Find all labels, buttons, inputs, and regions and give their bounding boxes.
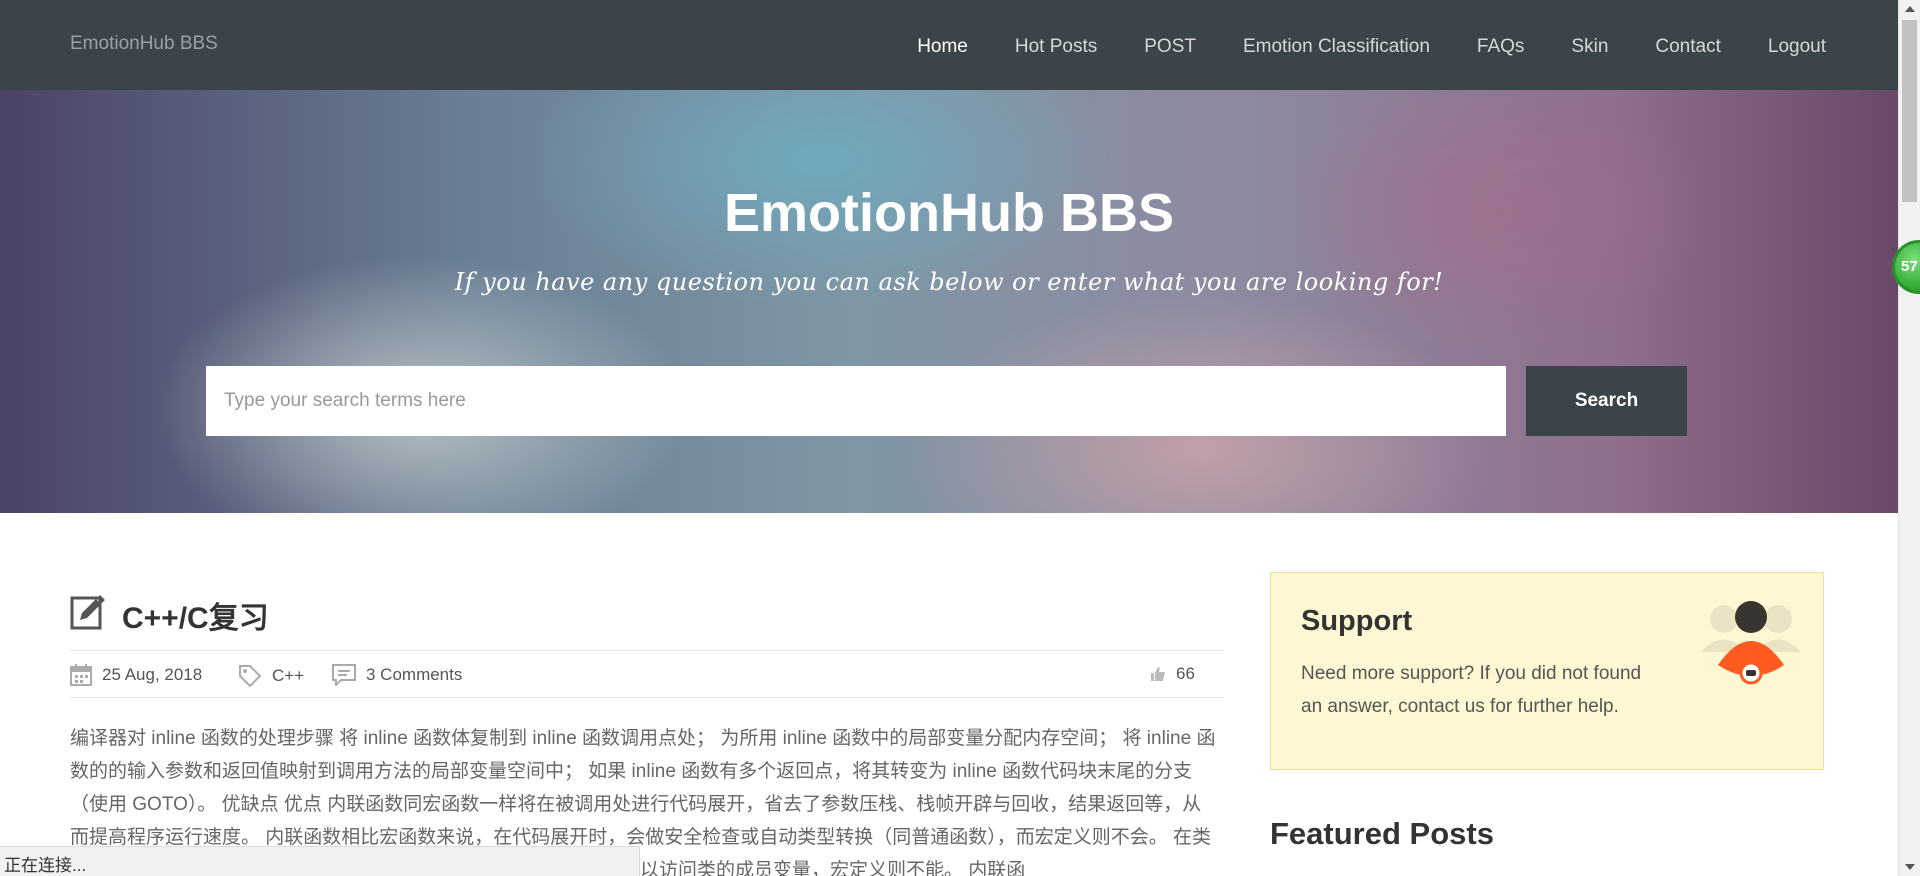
nav-hot-posts[interactable]: Hot Posts bbox=[1015, 36, 1097, 58]
search-input[interactable] bbox=[206, 366, 1506, 436]
post-date: 25 Aug, 2018 bbox=[70, 664, 202, 686]
hero-subtitle: If you have any question you can ask bel… bbox=[454, 268, 1444, 296]
scroll-down-arrow-icon[interactable] bbox=[1905, 864, 1915, 870]
top-navbar: EmotionHub BBS Home Hot Posts POST Emoti… bbox=[0, 0, 1898, 90]
hero-title: EmotionHub BBS bbox=[724, 183, 1174, 243]
post-comments-text[interactable]: 3 Comments bbox=[366, 665, 462, 685]
main-nav: Home Hot Posts POST Emotion Classificati… bbox=[917, 36, 1826, 58]
post-likes[interactable]: 66 bbox=[1150, 664, 1195, 684]
post-comments[interactable]: 3 Comments bbox=[332, 664, 462, 686]
scrollbar-thumb[interactable] bbox=[1902, 20, 1917, 202]
support-box: Support Need more support? If you did no… bbox=[1270, 572, 1824, 770]
support-agent-icon bbox=[1701, 601, 1801, 685]
nav-emotion-classification[interactable]: Emotion Classification bbox=[1243, 36, 1430, 58]
scroll-up-arrow-icon[interactable] bbox=[1905, 6, 1915, 12]
page: EmotionHub BBS Home Hot Posts POST Emoti… bbox=[0, 0, 1898, 876]
vertical-scrollbar[interactable] bbox=[1898, 0, 1920, 876]
tag-icon bbox=[239, 665, 262, 688]
nav-post[interactable]: POST bbox=[1144, 36, 1196, 58]
support-text: Need more support? If you did not found … bbox=[1301, 663, 1642, 717]
nav-logout[interactable]: Logout bbox=[1768, 36, 1826, 58]
post-tag-text[interactable]: C++ bbox=[272, 666, 304, 686]
nav-contact[interactable]: Contact bbox=[1655, 36, 1720, 58]
calendar-icon bbox=[70, 664, 92, 686]
nav-home[interactable]: Home bbox=[917, 36, 968, 58]
post-date-text: 25 Aug, 2018 bbox=[102, 665, 203, 684]
featured-posts-heading: Featured Posts bbox=[1270, 816, 1494, 851]
comment-icon bbox=[332, 664, 356, 686]
hero-banner: EmotionHub BBS If you have any question … bbox=[0, 90, 1898, 513]
divider bbox=[70, 697, 1224, 698]
post-likes-count: 66 bbox=[1176, 664, 1195, 683]
search-button[interactable]: Search bbox=[1526, 366, 1687, 436]
post-title[interactable]: C++/C复习 bbox=[122, 593, 269, 637]
support-title: Support bbox=[1301, 605, 1413, 637]
nav-skin[interactable]: Skin bbox=[1571, 36, 1608, 58]
nav-faqs[interactable]: FAQs bbox=[1477, 36, 1525, 58]
divider bbox=[70, 650, 1224, 651]
thumbs-up-icon[interactable] bbox=[1150, 666, 1166, 682]
browser-status-bar: 正在连接... bbox=[0, 846, 640, 876]
edit-post-icon bbox=[70, 595, 105, 630]
brand-logo[interactable]: EmotionHub BBS bbox=[70, 33, 218, 55]
post-tag: C++ bbox=[238, 664, 304, 688]
